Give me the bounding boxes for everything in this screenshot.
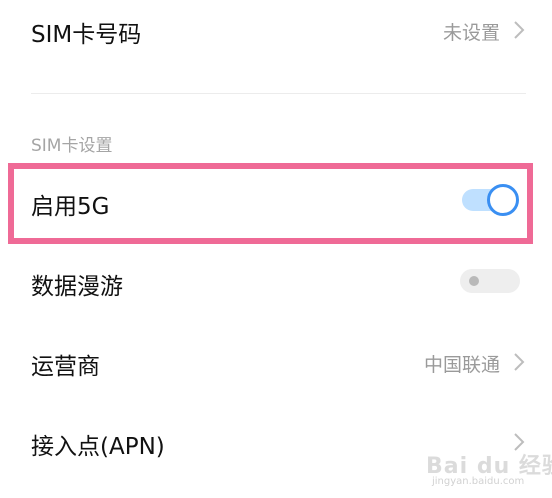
chevron-right-icon [514,21,525,39]
apn-label: 接入点(APN) [31,434,165,460]
data-roaming-toggle[interactable] [460,267,520,295]
carrier-row[interactable]: 运营商 中国联通 [0,332,552,394]
sim-number-row[interactable]: SIM卡号码 未设置 [0,0,552,62]
carrier-label: 运营商 [31,354,100,380]
highlight-box [8,163,533,244]
carrier-value: 中国联通 [423,354,500,376]
sim-number-value: 未设置 [442,22,500,44]
section-title-sim-settings: SIM卡设置 [31,136,113,156]
sim-number-label: SIM卡号码 [31,22,142,48]
watermark-url: jingyan.baidu.com [432,476,525,487]
divider [31,93,526,94]
chevron-right-icon [514,353,525,371]
data-roaming-label: 数据漫游 [31,274,123,300]
baidu-watermark: Bai du 经验 jingyan.baidu.com [426,448,552,492]
toggle-knob [469,276,479,286]
